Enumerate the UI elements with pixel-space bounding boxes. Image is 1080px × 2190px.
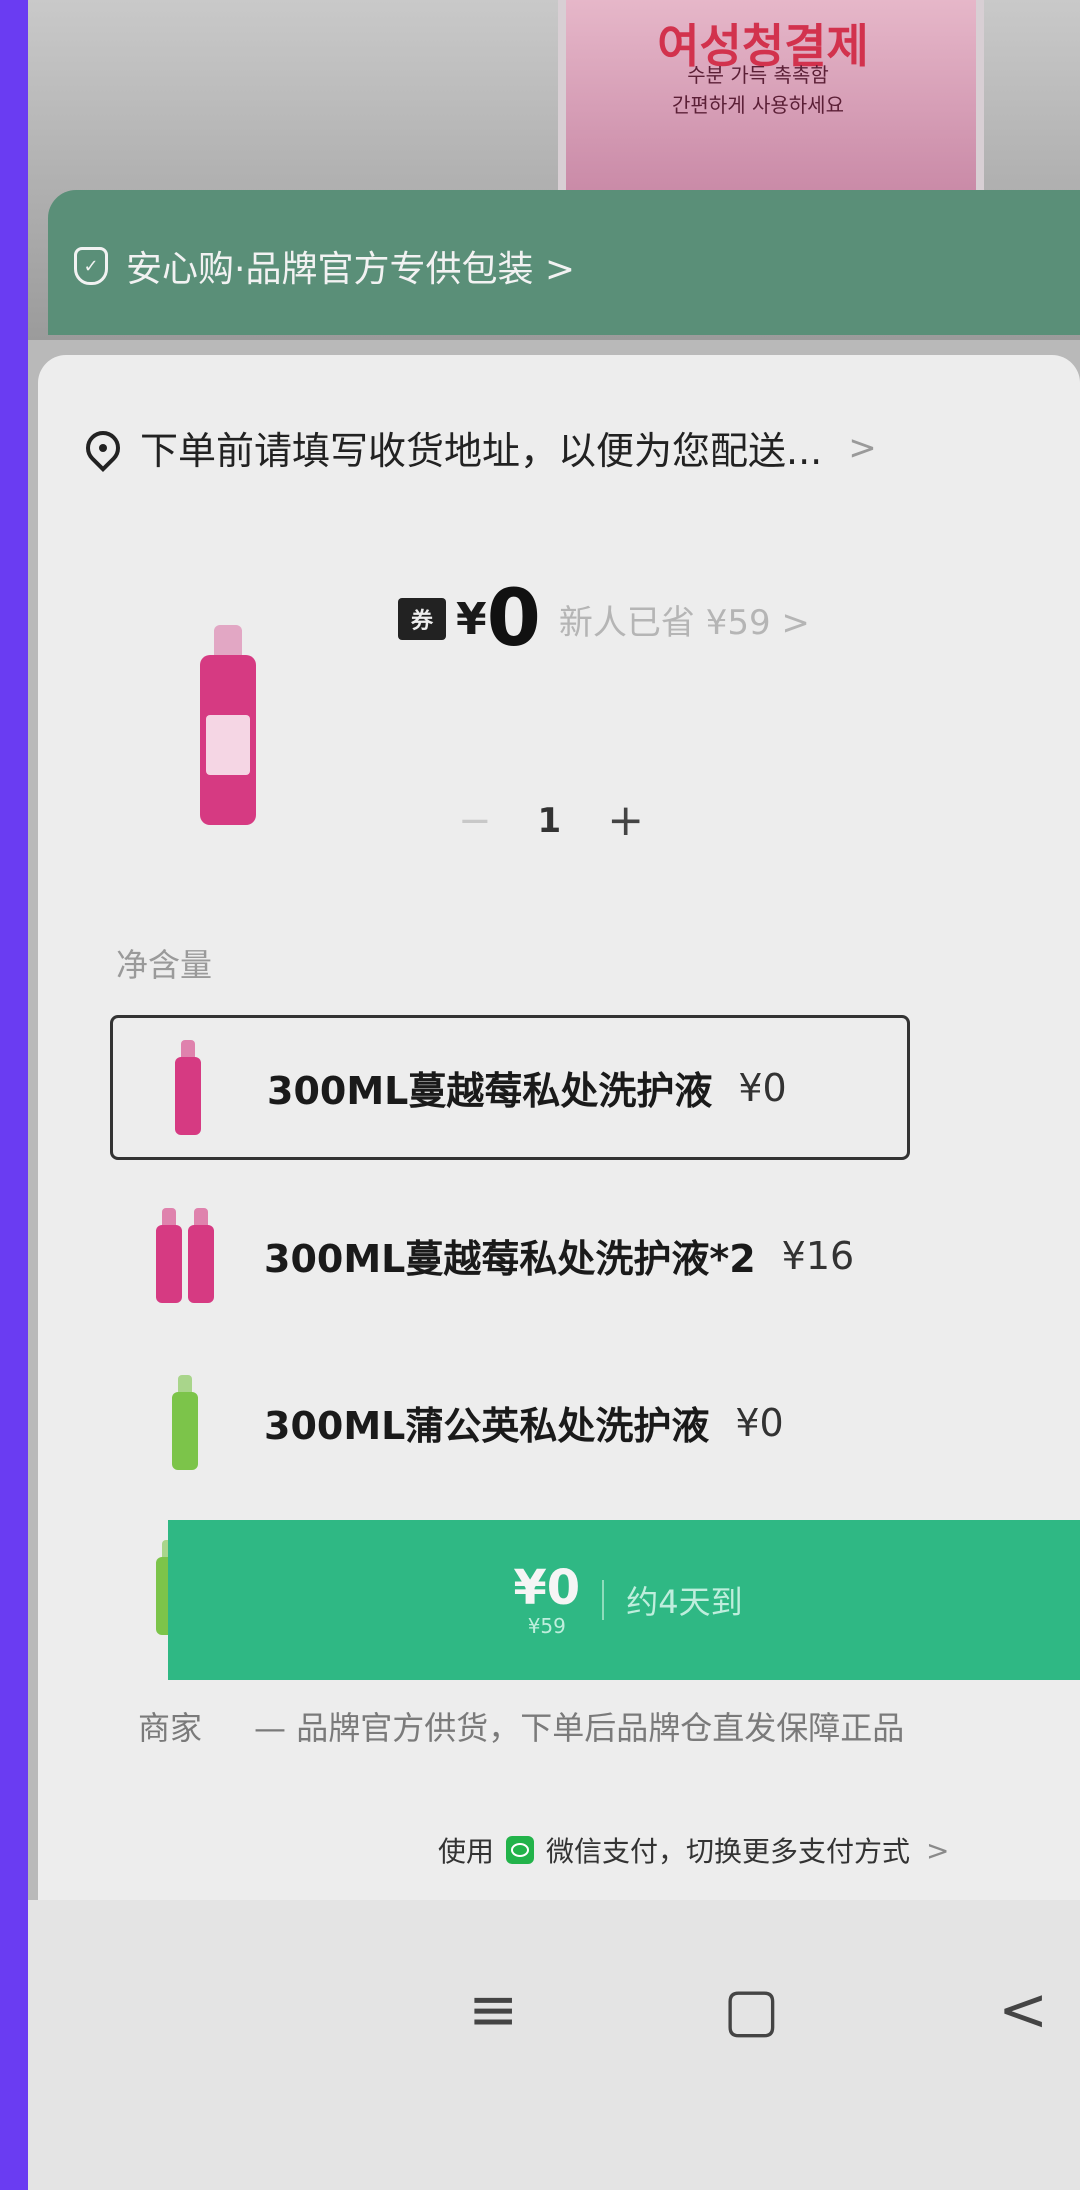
buy-button[interactable]: ¥0 ¥59 约4天到 xyxy=(168,1520,1080,1680)
option-name: 300ML蔓越莓私处洗护液*2 xyxy=(264,1237,756,1281)
bottle-body xyxy=(172,1392,198,1470)
bottle-body xyxy=(188,1225,214,1303)
option-price: ¥16 xyxy=(781,1233,855,1278)
location-pin-icon xyxy=(78,423,128,472)
screen: 여성청결제 수분 가득 촉촉함 간편하게 사용하세요 ✓ 安心购·品牌官方专供包… xyxy=(28,0,1080,2190)
option-thumbnail xyxy=(150,1375,220,1470)
newcomer-saved-link[interactable]: 新人已省 ¥59 > xyxy=(559,595,810,644)
assurance-text: 安心购·品牌官方专供包装 > xyxy=(126,249,576,290)
price-row: 券 ¥ 0 新人已省 ¥59 > xyxy=(398,580,810,658)
product-thumbnail[interactable] xyxy=(188,625,268,835)
buy-price: ¥0 xyxy=(513,1560,581,1616)
poster-line: 수분 가득 촉촉함 xyxy=(687,63,829,87)
decrement-button[interactable]: − xyxy=(458,798,492,844)
home-icon[interactable]: ▢ xyxy=(723,1975,780,2045)
back-icon[interactable]: < xyxy=(998,1975,1048,2045)
spec-option[interactable]: 300ML蔓越莓私处洗护液 ¥0 xyxy=(110,1015,910,1160)
increment-button[interactable]: + xyxy=(607,795,644,846)
spec-label: 净含量 xyxy=(116,946,213,984)
option-price: ¥0 xyxy=(738,1065,787,1110)
shop-label: 商家 xyxy=(138,1709,203,1747)
assurance-banner-row[interactable]: ✓ 安心购·品牌官方专供包装 > xyxy=(74,240,575,292)
spec-option[interactable]: 300ML蒲公英私处洗护液 ¥0 xyxy=(110,1350,910,1495)
wechat-pay-icon xyxy=(506,1836,535,1864)
quantity-value: 1 xyxy=(537,800,562,841)
payment-method: 微信支付，切换更多支付方式 xyxy=(546,1835,911,1868)
price-value: 0 xyxy=(486,574,541,664)
device-frame xyxy=(0,0,28,2190)
option-name: 300ML蒲公英私处洗护液 xyxy=(264,1404,710,1448)
menu-icon[interactable]: ≡ xyxy=(468,1975,518,2045)
bottle-body xyxy=(156,1225,182,1303)
divider xyxy=(602,1580,605,1620)
spec-option[interactable]: 300ML蔓越莓私处洗护液*2 ¥16 xyxy=(110,1183,910,1328)
option-name: 300ML蔓越莓私处洗护液 xyxy=(267,1069,713,1113)
bottle-body xyxy=(175,1057,201,1135)
option-price: ¥0 xyxy=(735,1400,784,1445)
shop-desc: — 品牌官方供货，下单后品牌仓直发保障正品 xyxy=(254,1709,905,1747)
bottle-label xyxy=(206,715,250,775)
shop-row: 商家 — 品牌官方供货，下单后品牌仓直发保障正品 xyxy=(138,1703,904,1749)
quantity-stepper: − 1 + xyxy=(458,795,644,846)
system-navbar: ≡ ▢ < xyxy=(28,1900,1080,2190)
payment-prefix: 使用 xyxy=(438,1835,495,1868)
poster-line: 간편하게 사용하세요 xyxy=(672,93,844,117)
option-thumbnail xyxy=(153,1040,223,1135)
buy-original-price: ¥59 xyxy=(527,1614,566,1638)
chevron-right-icon: > xyxy=(926,1833,950,1867)
payment-method-row[interactable]: 使用 微信支付，切换更多支付方式 > xyxy=(438,1830,950,1870)
address-prompt: 下单前请填写收货地址，以便为您配送... xyxy=(140,429,823,473)
chevron-right-icon: > xyxy=(848,427,877,468)
delivery-eta: 约4天到 xyxy=(626,1583,743,1621)
address-row[interactable]: 下单前请填写收货地址，以便为您配送... > xyxy=(78,420,877,475)
price-currency: ¥ xyxy=(456,593,487,645)
poster-subtitle: 수분 가득 촉촉함 간편하게 사용하세요 xyxy=(608,60,908,120)
buy-button-price: ¥0 ¥59 xyxy=(513,1562,580,1638)
coupon-badge-icon: 券 xyxy=(398,598,446,640)
option-thumbnail xyxy=(150,1208,220,1303)
shield-icon: ✓ xyxy=(74,247,108,285)
